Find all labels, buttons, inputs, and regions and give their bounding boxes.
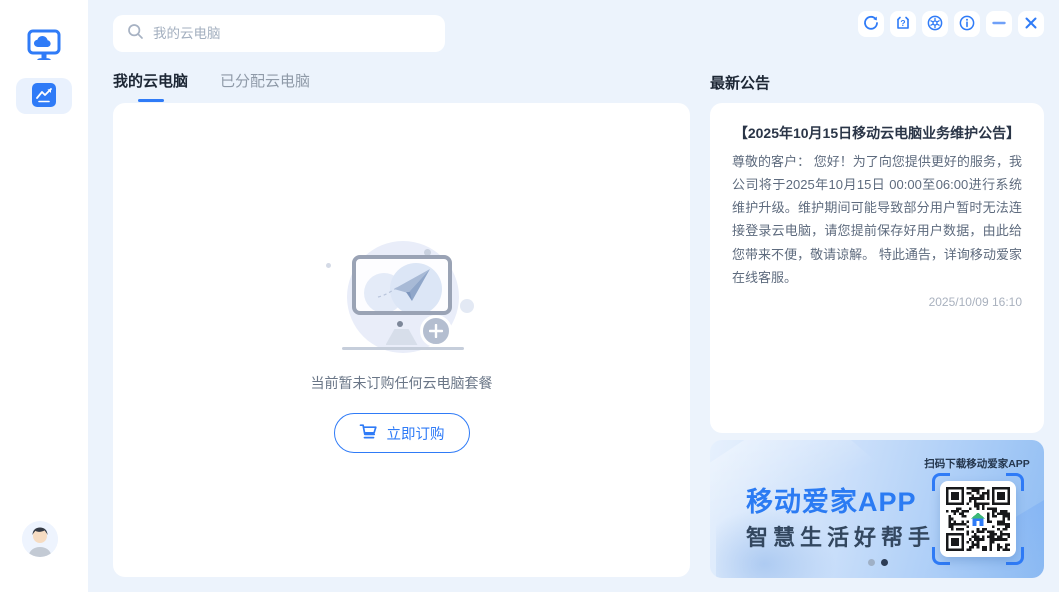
- chart-icon: [32, 83, 56, 110]
- info-button[interactable]: [954, 11, 980, 37]
- cart-icon: [359, 422, 378, 444]
- monitor-illustration: [352, 255, 452, 315]
- carousel-dot[interactable]: [868, 559, 875, 566]
- cloud-pc-panel: 当前暂未订购任何云电脑套餐 立即订购: [113, 103, 690, 577]
- info-icon: [959, 15, 975, 34]
- search-icon: [127, 23, 144, 45]
- tab-my-cloud-pc[interactable]: 我的云电脑: [113, 70, 188, 102]
- sidebar-item-cloud-pc[interactable]: [24, 26, 64, 66]
- help-button[interactable]: ?: [890, 11, 916, 37]
- minimize-icon: [991, 15, 1007, 34]
- cloud-pc-tabs: 我的云电脑 已分配云电脑: [113, 70, 310, 102]
- refresh-button[interactable]: [858, 11, 884, 37]
- active-tab-indicator: [138, 99, 164, 102]
- search-input[interactable]: [153, 26, 431, 41]
- empty-state-message: 当前暂未订购任何云电脑套餐: [252, 373, 552, 393]
- empty-state: 当前暂未订购任何云电脑套餐 立即订购: [252, 229, 552, 453]
- search-bar: [113, 15, 445, 52]
- paper-plane-icon: [356, 259, 448, 311]
- svg-text:?: ?: [900, 18, 905, 28]
- tab-label: 我的云电脑: [113, 73, 188, 90]
- announcement-body: 尊敬的客户： 您好！为了向您提供更好的服务，我公司将于2025年10月15日 0…: [732, 150, 1022, 289]
- close-button[interactable]: [1018, 11, 1044, 37]
- sidebar-item-stats[interactable]: [16, 78, 72, 114]
- user-avatar[interactable]: [22, 521, 58, 557]
- announcement-timestamp: 2025/10/09 16:10: [732, 295, 1022, 309]
- carousel-dot-active[interactable]: [881, 559, 888, 566]
- qr-caption: 扫码下载移动爱家APP: [922, 456, 1032, 471]
- cloud-pc-app-window: ?: [0, 0, 1059, 592]
- banner-subtitle: 智慧生活好帮手: [746, 520, 935, 552]
- carousel-dots: [868, 559, 888, 566]
- announcement-item[interactable]: 【2025年10月15日移动云电脑业务维护公告】 尊敬的客户： 您好！为了向您提…: [732, 123, 1022, 309]
- help-book-icon: ?: [895, 15, 911, 34]
- qr-code: [940, 481, 1016, 557]
- monitor-cloud-icon: [25, 26, 63, 67]
- minimize-button[interactable]: [986, 11, 1012, 37]
- subscribe-button[interactable]: 立即订购: [334, 413, 470, 453]
- close-icon: [1023, 15, 1039, 34]
- sidebar: [0, 0, 88, 592]
- tab-label: 已分配云电脑: [220, 73, 310, 90]
- empty-illustration: [302, 229, 502, 357]
- banner-title: 移动爱家APP: [746, 480, 917, 519]
- announcement-title: 【2025年10月15日移动云电脑业务维护公告】: [732, 123, 1022, 144]
- announcements-heading: 最新公告: [710, 72, 770, 93]
- settings-button[interactable]: [922, 11, 948, 37]
- gear-icon: [927, 15, 943, 34]
- qr-frame: [932, 473, 1024, 565]
- tab-assigned-cloud-pc[interactable]: 已分配云电脑: [220, 70, 310, 102]
- announcement-panel: 【2025年10月15日移动云电脑业务维护公告】 尊敬的客户： 您好！为了向您提…: [710, 103, 1044, 433]
- subscribe-button-label: 立即订购: [387, 423, 445, 444]
- refresh-icon: [863, 15, 879, 34]
- app-promo-banner[interactable]: 移动爱家APP 智慧生活好帮手 扫码下载移动爱家APP: [710, 440, 1044, 578]
- window-actions: ?: [858, 11, 1044, 37]
- add-icon: [420, 315, 452, 347]
